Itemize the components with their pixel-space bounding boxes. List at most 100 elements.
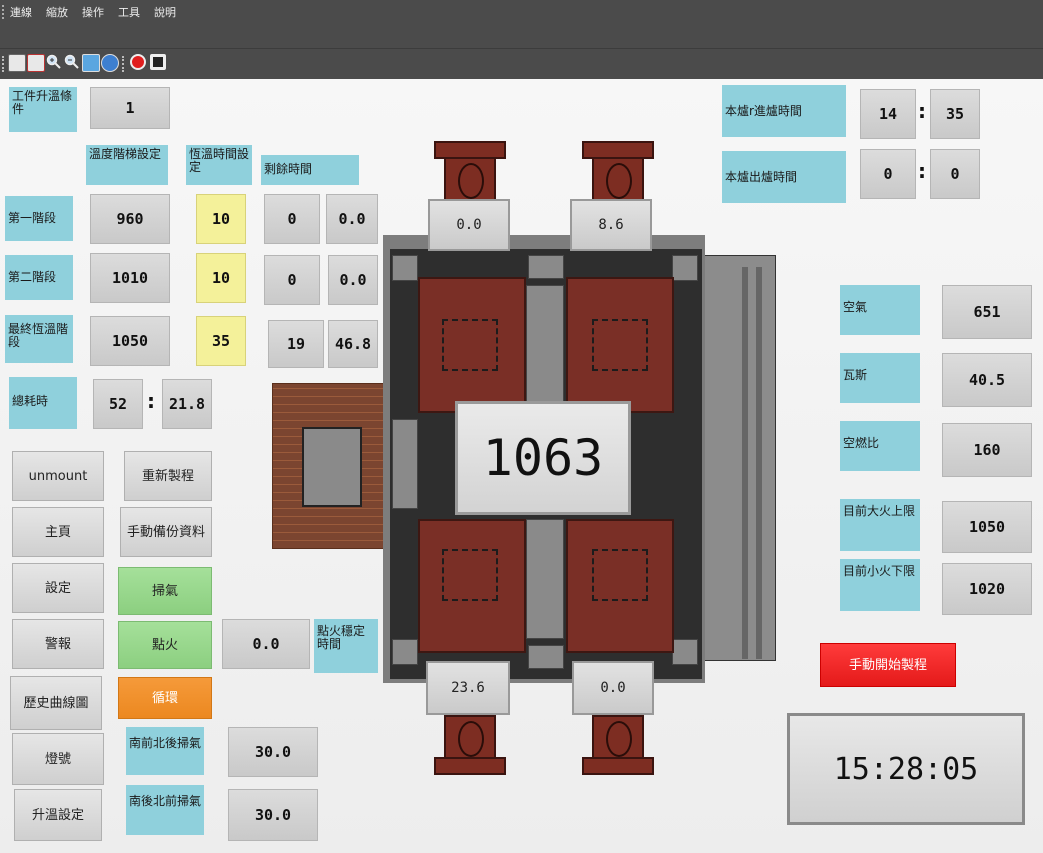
stage2-remain-a: 0 xyxy=(264,255,320,305)
final-stage-temp[interactable]: 1050 xyxy=(90,316,170,366)
stop-icon[interactable] xyxy=(150,54,166,70)
burner-bottom-right-reading: 0.0 xyxy=(572,661,654,715)
air-value: 651 xyxy=(942,285,1032,339)
manual-start-process-button[interactable]: 手動開始製程 xyxy=(820,643,956,687)
burner-top-left-reading: 0.0 xyxy=(428,199,510,251)
help-icon[interactable] xyxy=(101,54,119,72)
stage1-label: 第一階段 xyxy=(5,196,73,241)
burner-port-icon xyxy=(606,163,632,199)
workpiece-condition-label: 工件升溫條件 xyxy=(9,87,77,132)
cycle-button[interactable]: 循環 xyxy=(118,677,212,719)
air-fuel-ratio-label: 空燃比 xyxy=(840,421,920,471)
stage2-hold[interactable]: 10 xyxy=(196,253,246,303)
air-label: 空氣 xyxy=(840,285,920,335)
alarm-button[interactable]: 警報 xyxy=(12,619,104,669)
final-stage-hold[interactable]: 35 xyxy=(196,316,246,366)
chamber-panel xyxy=(592,319,648,371)
temp-step-header: 溫度階梯設定 xyxy=(86,145,168,185)
burner-port-icon xyxy=(606,721,632,757)
menu-help[interactable]: 說明 xyxy=(154,4,176,20)
stage1-remain-b: 0.0 xyxy=(326,194,378,244)
record-icon[interactable] xyxy=(130,54,146,70)
burner-flange-bottom-right xyxy=(582,757,654,775)
settings-button[interactable]: 設定 xyxy=(12,563,104,613)
unmount-button[interactable]: unmount xyxy=(12,451,104,501)
purge-button[interactable]: 掃氣 xyxy=(118,567,212,615)
chamber-panel xyxy=(442,319,498,371)
burner-port-icon xyxy=(458,163,484,199)
furnace-out-time-label: 本爐出爐時間 xyxy=(722,151,846,203)
history-chart-button[interactable]: 歷史曲線圖 xyxy=(10,676,102,730)
main-content: 工件升溫條件 1 溫度階梯設定 恆溫時間設定 剩餘時間 第一階段 960 10 … xyxy=(0,79,1043,853)
rail-line xyxy=(742,267,748,659)
restart-process-button[interactable]: 重新製程 xyxy=(124,451,212,501)
purge-ns-value[interactable]: 30.0 xyxy=(228,789,318,841)
furnace-in-time-label: 本爐r進爐時間 xyxy=(722,85,846,137)
ignition-stable-label: 點火穩定時間 xyxy=(314,619,378,673)
burner-bottom-left-reading: 23.6 xyxy=(426,661,510,715)
total-time-a: 52 xyxy=(93,379,143,429)
workpiece-condition-value[interactable]: 1 xyxy=(90,87,170,129)
gas-value: 40.5 xyxy=(942,353,1032,407)
frame-block xyxy=(528,255,564,279)
final-stage-label: 最終恆溫階段 xyxy=(5,315,73,363)
burner-flange-bottom-left xyxy=(434,757,506,775)
lights-button[interactable]: 燈號 xyxy=(12,733,104,785)
chamber-panel xyxy=(442,549,498,601)
stage2-temp[interactable]: 1010 xyxy=(90,253,170,303)
heat-settings-button[interactable]: 升溫設定 xyxy=(14,789,102,841)
center-column xyxy=(526,285,564,409)
high-fire-limit-label: 目前大火上限 xyxy=(840,499,920,551)
frame-block xyxy=(528,645,564,669)
hold-time-header: 恆溫時間設定 xyxy=(186,145,252,185)
purge-sn-value[interactable]: 30.0 xyxy=(228,727,318,777)
stage2-remain-b: 0.0 xyxy=(328,255,378,305)
final-stage-remain-b: 46.8 xyxy=(328,320,378,368)
furnace-out-hour: 0 xyxy=(860,149,916,199)
furnace-out-minute: 0 xyxy=(930,149,980,199)
frame-block xyxy=(672,255,698,281)
layout-red-icon[interactable] xyxy=(27,54,45,72)
menu-operate[interactable]: 操作 xyxy=(82,4,104,20)
stage2-label: 第二階段 xyxy=(5,255,73,300)
zoom-in-icon[interactable] xyxy=(46,54,62,70)
stage1-temp[interactable]: 960 xyxy=(90,194,170,244)
low-fire-limit-value[interactable]: 1020 xyxy=(942,563,1032,615)
clock-display: 15:28:05 xyxy=(787,713,1025,825)
total-time-colon: : xyxy=(147,389,155,413)
menu-tools[interactable]: 工具 xyxy=(118,4,140,20)
stage1-hold[interactable]: 10 xyxy=(196,194,246,244)
home-button[interactable]: 主頁 xyxy=(12,507,104,557)
ignite-button[interactable]: 點火 xyxy=(118,621,212,669)
air-fuel-ratio-value[interactable]: 160 xyxy=(942,423,1032,477)
low-fire-limit-label: 目前小火下限 xyxy=(840,559,920,611)
menu-zoom[interactable]: 縮放 xyxy=(46,4,68,20)
burner-port-icon xyxy=(458,721,484,757)
ignition-stable-value: 0.0 xyxy=(222,619,310,669)
stage1-remain-a: 0 xyxy=(264,194,320,244)
furnace-in-hour: 14 xyxy=(860,89,916,139)
remaining-time-header: 剩餘時間 xyxy=(261,155,359,185)
toolbar xyxy=(0,48,1043,79)
menu-connect[interactable]: 連線 xyxy=(10,4,32,20)
menu-bar: 連線 縮放 操作 工具 說明 xyxy=(0,0,1043,48)
purge-ns-label: 南後北前掃氣 xyxy=(126,785,204,835)
burner-top-right-reading: 8.6 xyxy=(570,199,652,251)
right-rail xyxy=(700,255,776,661)
final-stage-remain-a: 19 xyxy=(268,320,324,368)
fit-icon[interactable] xyxy=(82,54,100,72)
manual-backup-button[interactable]: 手動備份資料 xyxy=(120,507,212,557)
purge-sn-label: 南前北後掃氣 xyxy=(126,727,204,775)
frame-block xyxy=(392,419,418,509)
zoom-out-icon[interactable] xyxy=(64,54,80,70)
high-fire-limit-value[interactable]: 1050 xyxy=(942,501,1032,553)
chamber-panel xyxy=(592,549,648,601)
total-time-label: 總耗時 xyxy=(9,377,77,429)
gas-label: 瓦斯 xyxy=(840,353,920,403)
center-column xyxy=(526,519,564,639)
door-window xyxy=(302,427,362,507)
furnace-temperature-display: 1063 xyxy=(455,401,631,515)
frame-block xyxy=(392,255,418,281)
layout-icon[interactable] xyxy=(8,54,26,72)
furnace-in-colon: : xyxy=(918,99,926,123)
